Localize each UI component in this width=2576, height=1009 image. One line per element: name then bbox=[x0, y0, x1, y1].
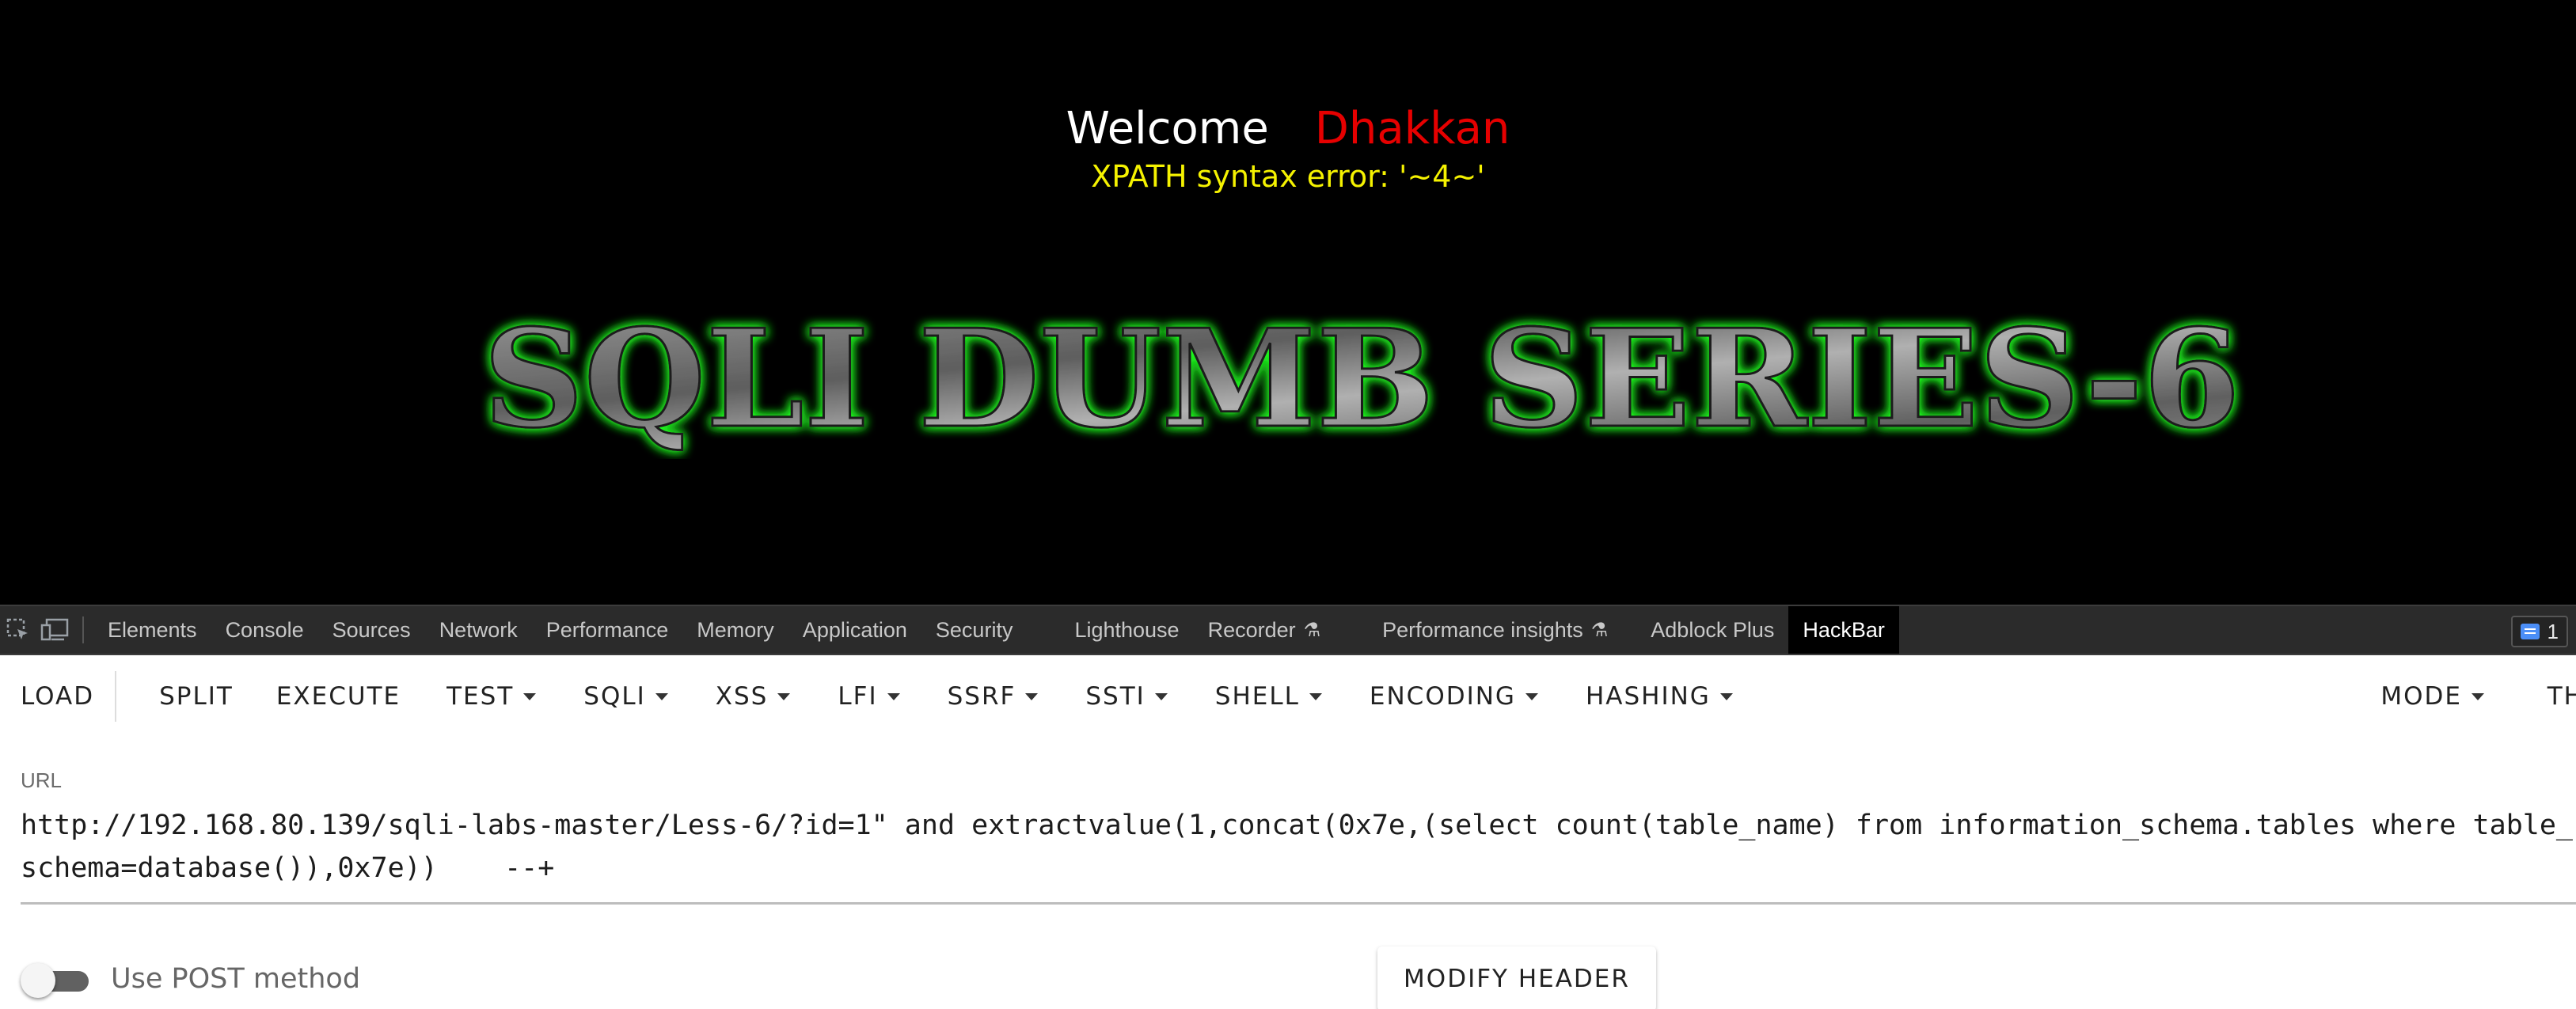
tab-application[interactable]: Application bbox=[788, 606, 921, 654]
tab-memory[interactable]: Memory bbox=[682, 606, 788, 654]
sqli-menu-button[interactable]: SQLI bbox=[560, 655, 692, 738]
tab-lighthouse[interactable]: Lighthouse bbox=[1060, 606, 1193, 654]
lfi-menu-label: LFI bbox=[838, 682, 878, 711]
switch-knob bbox=[21, 963, 55, 998]
mode-menu-label: MODE bbox=[2380, 682, 2462, 711]
tab-security[interactable]: Security bbox=[921, 606, 1028, 654]
tab-sources[interactable]: Sources bbox=[318, 606, 425, 654]
caret-down-icon bbox=[523, 692, 537, 700]
url-label: URL bbox=[21, 768, 63, 792]
tab-network[interactable]: Network bbox=[425, 606, 532, 654]
tab-performance-insights-label: Performance insights bbox=[1382, 617, 1583, 642]
web-page: Welcome Dhakkan XPATH syntax error: '~4~' bbox=[0, 0, 2576, 605]
hackbar-panel: LOAD SPLIT EXECUTE TEST SQLI XSS LFI SSR… bbox=[0, 655, 2576, 1009]
modify-header-button[interactable]: MODIFY HEADER bbox=[1377, 946, 1656, 1009]
flask-icon: ⚗ bbox=[1590, 619, 1609, 641]
sqli-menu-label: SQLI bbox=[583, 682, 646, 711]
caret-down-icon bbox=[1154, 692, 1168, 700]
toolbar-separator bbox=[82, 616, 84, 643]
tab-elements[interactable]: Elements bbox=[93, 606, 211, 654]
hashing-menu-label: HASHING bbox=[1585, 682, 1711, 711]
ssrf-menu-button[interactable]: SSRF bbox=[924, 655, 1062, 738]
lfi-menu-button[interactable]: LFI bbox=[814, 655, 923, 738]
device-toolbar-icon[interactable] bbox=[36, 606, 73, 654]
flask-icon: ⚗ bbox=[1303, 619, 1321, 641]
xpath-error-message: XPATH syntax error: '~4~' bbox=[1091, 159, 1485, 194]
caret-down-icon bbox=[655, 692, 668, 700]
encoding-menu-label: ENCODING bbox=[1369, 682, 1516, 711]
caret-down-icon bbox=[1309, 692, 1322, 700]
theme-menu-button[interactable]: TH bbox=[2527, 655, 2576, 738]
tab-adblock-plus[interactable]: Adblock Plus bbox=[1636, 606, 1788, 654]
inspect-element-icon[interactable] bbox=[0, 606, 36, 654]
caret-down-icon bbox=[1025, 692, 1039, 700]
url-field-underline bbox=[21, 902, 2576, 905]
caret-down-icon bbox=[777, 692, 791, 700]
encoding-menu-button[interactable]: ENCODING bbox=[1346, 655, 1562, 738]
split-button[interactable]: SPLIT bbox=[139, 655, 254, 738]
hackbar-toolbar: LOAD SPLIT EXECUTE TEST SQLI XSS LFI SSR… bbox=[0, 655, 2576, 738]
tab-performance-insights[interactable]: Performance insights ⚗ bbox=[1368, 606, 1622, 654]
caret-down-icon bbox=[1525, 692, 1538, 700]
xss-menu-label: XSS bbox=[715, 682, 769, 711]
tab-recorder-label: Recorder bbox=[1207, 617, 1296, 642]
shell-menu-button[interactable]: SHELL bbox=[1191, 655, 1346, 738]
issues-icon bbox=[2520, 624, 2540, 639]
execute-button[interactable]: EXECUTE bbox=[254, 655, 423, 738]
ssrf-menu-label: SSRF bbox=[947, 682, 1016, 711]
load-button[interactable]: LOAD bbox=[0, 655, 115, 738]
caret-down-icon bbox=[1719, 692, 1733, 700]
sqli-dumb-series-banner: SQLI DUMB SERIES-6 bbox=[482, 301, 2242, 459]
caret-down-icon bbox=[2472, 692, 2484, 700]
ssti-menu-label: SSTI bbox=[1085, 682, 1146, 711]
shell-menu-label: SHELL bbox=[1214, 682, 1300, 711]
username-text: Dhakkan bbox=[1314, 103, 1510, 154]
issues-badge[interactable]: 1 bbox=[2510, 616, 2568, 647]
mode-menu-button[interactable]: MODE bbox=[2360, 655, 2505, 738]
tab-console[interactable]: Console bbox=[211, 606, 318, 654]
tab-performance[interactable]: Performance bbox=[532, 606, 683, 654]
post-method-switch[interactable] bbox=[21, 962, 89, 998]
devtools-tab-bar: Elements Console Sources Network Perform… bbox=[0, 605, 2576, 655]
welcome-line: Welcome Dhakkan bbox=[0, 101, 2576, 157]
url-textarea[interactable]: http://192.168.80.139/sqli-labs-master/L… bbox=[21, 804, 2576, 890]
issues-count: 1 bbox=[2547, 619, 2559, 643]
tab-hackbar[interactable]: HackBar bbox=[1788, 606, 1899, 654]
test-menu-button[interactable]: TEST bbox=[423, 655, 560, 738]
xss-menu-button[interactable]: XSS bbox=[692, 655, 815, 738]
post-method-toggle[interactable]: Use POST method bbox=[21, 962, 361, 998]
ssti-menu-button[interactable]: SSTI bbox=[1062, 655, 1191, 738]
post-method-label: Use POST method bbox=[111, 963, 361, 995]
load-split-button: LOAD bbox=[0, 655, 139, 738]
caret-down-icon bbox=[887, 692, 900, 700]
load-dropdown-button[interactable] bbox=[116, 655, 139, 738]
welcome-label: Welcome bbox=[1066, 103, 1269, 154]
hashing-menu-button[interactable]: HASHING bbox=[1562, 655, 1757, 738]
banner-text: SQLI DUMB SERIES-6 bbox=[483, 301, 2240, 458]
test-menu-label: TEST bbox=[446, 682, 515, 711]
tab-recorder[interactable]: Recorder ⚗ bbox=[1194, 606, 1335, 654]
